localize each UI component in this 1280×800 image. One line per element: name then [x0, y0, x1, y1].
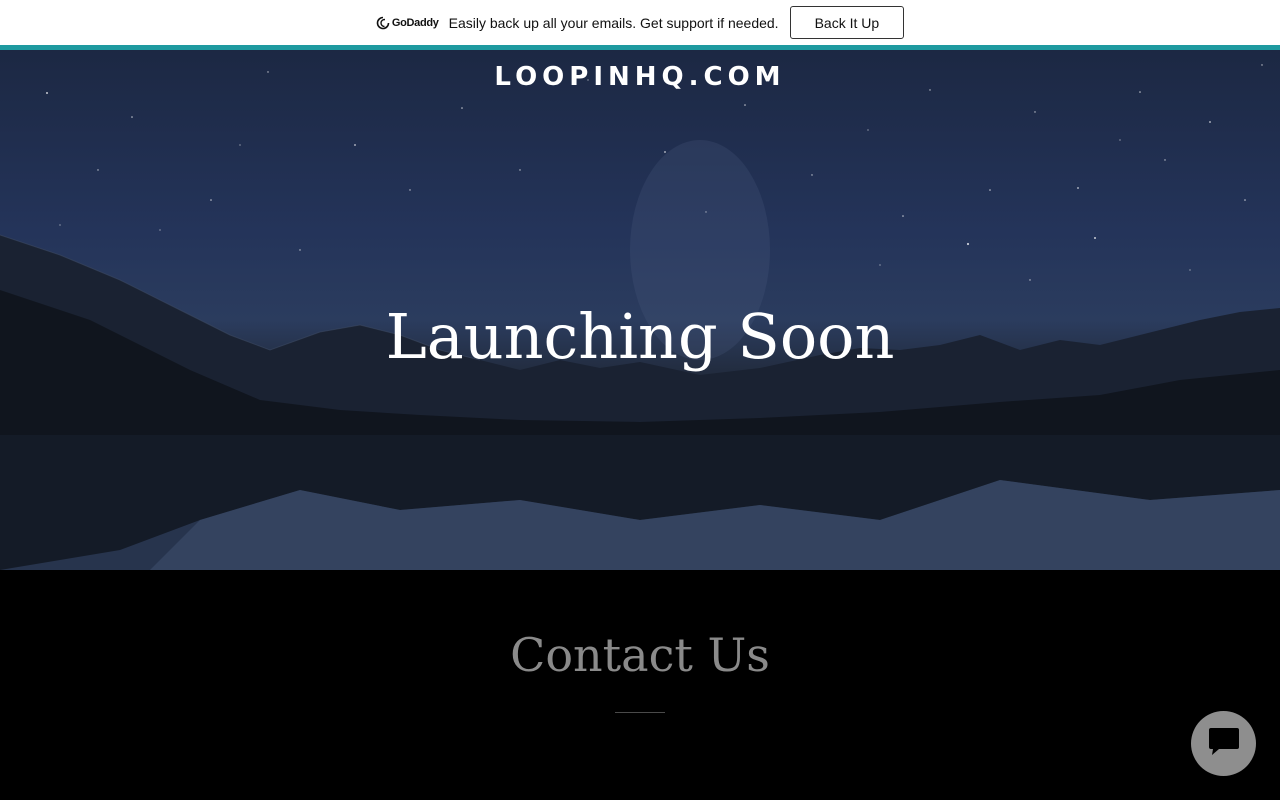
- godaddy-logo: GoDaddy: [376, 16, 439, 30]
- contact-section: Contact Us: [0, 570, 1280, 800]
- site-title-link[interactable]: LOOPINHQ.COM: [0, 62, 1280, 92]
- godaddy-wordmark: GoDaddy: [391, 16, 439, 29]
- hero-section: LOOPINHQ.COM Launching Soon: [0, 50, 1280, 570]
- contact-heading: Contact Us: [510, 628, 770, 682]
- hero-heading: Launching Soon: [385, 300, 895, 373]
- section-divider: [615, 712, 665, 713]
- promo-banner: GoDaddy Easily back up all your emails. …: [0, 0, 1280, 45]
- godaddy-logo-icon: [376, 16, 390, 30]
- chat-bubble-icon: [1207, 725, 1241, 762]
- chat-button[interactable]: [1191, 711, 1256, 776]
- promo-message: Easily back up all your emails. Get supp…: [448, 14, 779, 31]
- back-it-up-button[interactable]: Back It Up: [789, 6, 905, 39]
